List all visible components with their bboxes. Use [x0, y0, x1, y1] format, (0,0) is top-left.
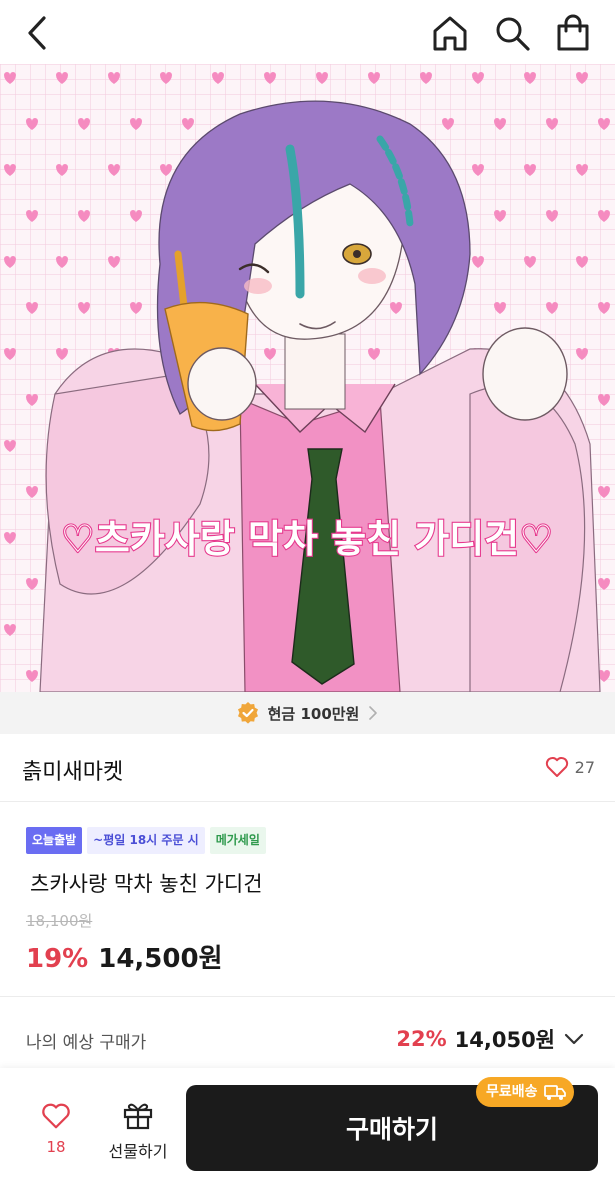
shop-row: 츩미새마켓 27	[0, 734, 615, 802]
wishlist-button[interactable]: 18	[28, 1102, 84, 1156]
chevron-down-icon	[564, 1033, 584, 1045]
divider	[0, 996, 615, 997]
truck-icon	[543, 1085, 566, 1100]
free-shipping-text: 무료배송	[486, 1084, 538, 1100]
gift-icon	[123, 1103, 153, 1130]
chevron-left-icon	[28, 16, 46, 50]
search-icon	[496, 17, 530, 51]
heart-outline-icon	[42, 1103, 70, 1129]
shop-like-button[interactable]: 27	[545, 756, 595, 778]
shopping-bag-icon	[557, 14, 589, 51]
tag-today-ship: 오늘출발	[26, 827, 83, 854]
gift-label: 선물하기	[108, 1142, 168, 1161]
top-navigation	[0, 0, 615, 64]
discount-rate: 19%	[26, 944, 89, 974]
expected-price: 14,050원	[454, 1028, 555, 1052]
original-price: 18,100원	[26, 912, 93, 930]
search-button[interactable]	[493, 14, 533, 54]
home-icon	[433, 16, 467, 51]
product-illustration: ♡츠카사랑 막차 놓친 가디건♡	[0, 64, 615, 692]
tag-mega-sale: 메가세일	[209, 827, 266, 854]
product-title: 츠카사랑 막차 놓친 가디건	[30, 872, 263, 896]
back-button[interactable]	[18, 14, 58, 54]
cart-button[interactable]	[553, 14, 593, 54]
wishlist-count: 18	[46, 1138, 66, 1156]
price-line: 19% 14,500원	[26, 938, 223, 975]
free-shipping-badge: 무료배송	[476, 1077, 574, 1107]
home-button[interactable]	[430, 14, 470, 54]
product-image[interactable]: ♡츠카사랑 막차 놓친 가디건♡	[0, 64, 615, 692]
shop-name[interactable]: 츩미새마켓	[22, 754, 123, 786]
banner-text: 현금 100만원	[267, 704, 360, 723]
chevron-right-icon	[369, 706, 378, 720]
artwork-caption: ♡츠카사랑 막차 놓친 가디건♡	[61, 517, 553, 561]
product-tags: 오늘출발 ~평일 18시 주문 시 메가세일	[26, 827, 266, 854]
shop-like-count: 27	[574, 757, 595, 777]
bottom-action-bar: 18 선물하기 구매하기 무료배송	[0, 1068, 615, 1200]
expected-price-row[interactable]: 나의 예상 구매가 22% 14,050원	[0, 1012, 615, 1064]
event-banner[interactable]: 현금 100만원	[0, 692, 615, 734]
gift-button[interactable]: 선물하기	[100, 1100, 176, 1162]
verified-badge-icon	[237, 702, 258, 724]
sale-price: 14,500원	[98, 944, 223, 974]
expected-price-label: 나의 예상 구매가	[26, 1033, 147, 1053]
expected-discount: 22%	[396, 1027, 447, 1051]
heart-outline-icon	[545, 757, 568, 777]
buy-label: 구매하기	[345, 1115, 438, 1144]
tag-order-cutoff: ~평일 18시 주문 시	[87, 827, 205, 854]
